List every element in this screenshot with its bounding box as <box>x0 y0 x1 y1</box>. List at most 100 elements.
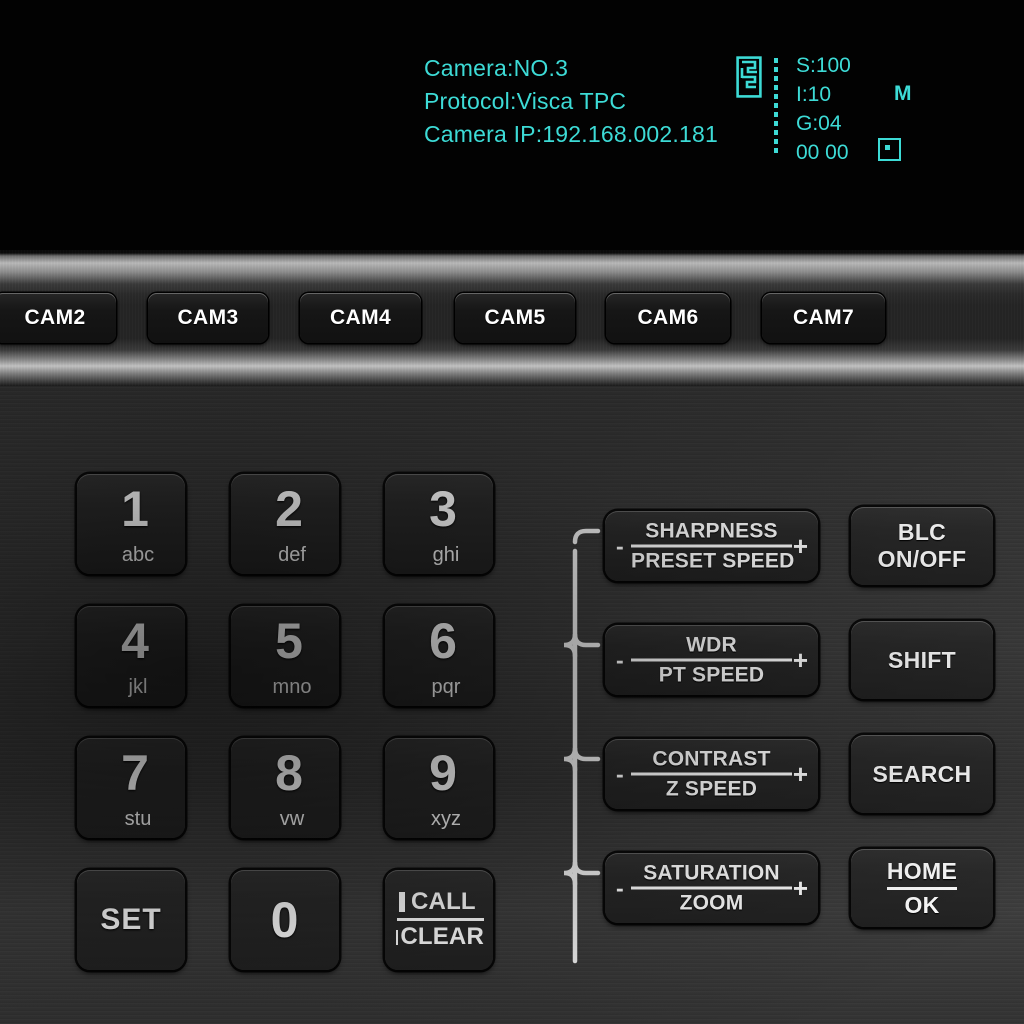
keypad-digit: 1 <box>121 481 149 537</box>
function-key-secondary-label: PRESET SPEED <box>631 549 795 573</box>
osd-mode-indicator: M <box>893 82 912 105</box>
side-button-line1: SHIFT <box>888 646 956 673</box>
call-row: CALL <box>396 888 484 916</box>
keypad-letters: pqr <box>431 676 461 698</box>
osd-info-lines: Camera:NO.3 Protocol:Visca TPC Camera IP… <box>424 52 718 151</box>
cam-button-cam6[interactable]: CAM6 <box>606 293 730 343</box>
cam-button-cam7[interactable]: CAM7 <box>762 293 885 343</box>
function-key-content: WDR PT SPEED <box>631 633 792 688</box>
keypad-digit: 3 <box>429 481 457 537</box>
osd-protocol: Protocol:Visca TPC <box>424 88 627 114</box>
osd-camera-number: Camera:NO.3 <box>424 55 569 81</box>
keypad-letters: jkl <box>128 676 148 698</box>
set-button-label: SET <box>100 903 162 936</box>
osd-camera-ip: Camera IP:192.168.002.181 <box>424 121 718 147</box>
keypad-digit: 6 <box>429 613 457 669</box>
function-key-primary-label: SATURATION <box>643 861 780 885</box>
cam-button-label: CAM3 <box>177 306 239 329</box>
minus-label[interactable]: - <box>616 649 624 672</box>
keypad-letters: ghi <box>432 544 460 566</box>
cam-button-cam3[interactable]: CAM3 <box>148 293 268 343</box>
function-key-content: SATURATION ZOOM <box>631 861 792 916</box>
keypad-key-2[interactable]: 2 def <box>231 474 339 574</box>
set-button[interactable]: SET <box>77 870 185 970</box>
side-button-content: SHIFT <box>888 647 956 674</box>
keypad-key-4[interactable]: 4 jkl <box>77 606 185 706</box>
cam-button-cam5[interactable]: CAM5 <box>455 293 575 343</box>
osd-dotted-divider <box>773 58 778 154</box>
side-button-shift[interactable]: SHIFT <box>851 621 993 699</box>
keypad-letters: abc <box>121 544 155 566</box>
keypad-digit: 7 <box>121 745 149 801</box>
function-key-wdr[interactable]: - + WDR PT SPEED <box>605 625 818 695</box>
minus-label[interactable]: - <box>616 535 624 558</box>
keypad-letters: def <box>278 544 306 566</box>
keypad-letters: stu <box>124 808 152 830</box>
keypad-digit: 2 <box>275 481 303 537</box>
side-button-line2: ON/OFF <box>877 546 967 572</box>
joystick-controller-panel: Camera:NO.3 Protocol:Visca TPC Camera IP… <box>0 0 1024 1024</box>
osd-screen: Camera:NO.3 Protocol:Visca TPC Camera IP… <box>0 0 1024 250</box>
minus-label[interactable]: - <box>616 877 624 900</box>
function-key-content: SHARPNESS PRESET SPEED <box>631 519 795 574</box>
minus-label[interactable]: - <box>616 763 624 786</box>
call-clear-button[interactable]: CALL CLEAR <box>385 870 493 970</box>
keypad-letters: xyz <box>431 808 461 830</box>
plus-label[interactable]: + <box>793 761 808 787</box>
filled-square-icon <box>396 929 399 945</box>
side-button-divider <box>886 886 958 890</box>
maze-icon <box>736 56 762 103</box>
keypad-key-7[interactable]: 7 stu <box>77 738 185 838</box>
keypad-key-9[interactable]: 9 xyz <box>385 738 493 838</box>
clear-row: CLEAR <box>396 923 484 951</box>
function-key-content: CONTRAST Z SPEED <box>631 747 792 802</box>
function-key-divider <box>631 544 792 548</box>
osd-status-block: S:100 I:10 G:04 00 00 M <box>795 52 936 164</box>
keypad-key-6[interactable]: 6 pqr <box>385 606 493 706</box>
cam-button-label: CAM5 <box>484 306 546 329</box>
osd-shutter-value: S:100 <box>795 54 851 77</box>
plus-label[interactable]: + <box>793 875 808 901</box>
side-button-line1: BLC <box>897 519 947 545</box>
side-button-content: HOME OK <box>886 858 958 919</box>
keypad-digit: 5 <box>275 613 303 669</box>
side-button-line2: OK <box>904 891 940 918</box>
plus-label[interactable]: + <box>793 533 808 559</box>
clear-label: CLEAR <box>400 923 484 950</box>
keypad-key-8[interactable]: 8 vw <box>231 738 339 838</box>
cam-button-cam4[interactable]: CAM4 <box>300 293 421 343</box>
function-key-saturation[interactable]: - + SATURATION ZOOM <box>605 853 818 923</box>
function-key-secondary-label: PT SPEED <box>658 663 765 687</box>
keypad-panel: SHIFT 1 abc 2 def 3 ghi 4 jkl 5 mno 6 pqr 7 stu 8 vw 9 xy… <box>0 386 1024 1024</box>
keypad-key-5[interactable]: 5 mno <box>231 606 339 706</box>
call-clear-divider <box>397 918 484 921</box>
camera-select-strip: CAM2 CAM3 CAM4 CAM5 CAM6 CAM7 <box>0 250 1024 386</box>
function-key-secondary-label: ZOOM <box>679 891 744 915</box>
keypad-key-0[interactable]: 0 <box>231 870 339 970</box>
function-key-divider <box>631 658 792 662</box>
side-button-blc[interactable]: BLC ON/OFF <box>851 507 993 585</box>
side-button-home[interactable]: HOME OK <box>851 849 993 927</box>
record-square-icon <box>877 138 901 161</box>
osd-counter-value: 00 00 <box>795 141 849 164</box>
call-label: CALL <box>411 888 476 915</box>
function-key-secondary-label: Z SPEED <box>665 777 758 801</box>
function-key-divider <box>631 772 792 776</box>
keypad-letters: vw <box>279 808 305 830</box>
function-key-sharpness[interactable]: - + SHARPNESS PRESET SPEED <box>605 511 818 581</box>
keypad-letters: mno <box>272 676 312 698</box>
side-button-search[interactable]: SEARCH <box>851 735 993 813</box>
function-key-divider <box>631 886 792 890</box>
cam-button-label: CAM4 <box>329 306 392 329</box>
cam-button-label: CAM6 <box>637 306 699 329</box>
side-button-content: BLC ON/OFF <box>878 519 967 573</box>
function-key-contrast[interactable]: - + CONTRAST Z SPEED <box>605 739 818 809</box>
keypad-digit: 9 <box>429 745 457 801</box>
function-key-primary-label: SHARPNESS <box>645 519 778 543</box>
plus-label[interactable]: + <box>793 647 808 673</box>
keypad-key-1[interactable]: 1 abc <box>77 474 185 574</box>
osd-content: Camera:NO.3 Protocol:Visca TPC Camera IP… <box>424 52 936 164</box>
keypad-key-3[interactable]: 3 ghi <box>385 474 493 574</box>
cam-button-cam2[interactable]: CAM2 <box>0 293 116 343</box>
vertical-bar-icon <box>399 892 405 912</box>
